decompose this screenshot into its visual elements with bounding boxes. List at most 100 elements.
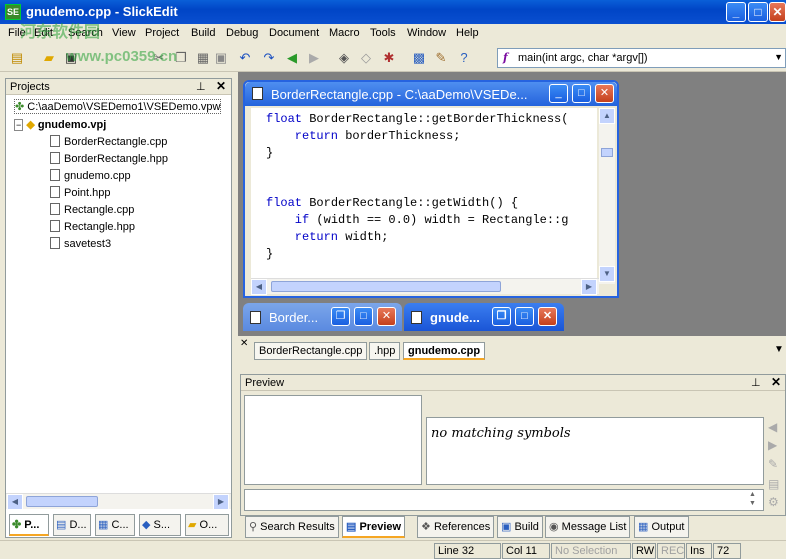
redo-icon[interactable]: ↷ <box>260 49 278 67</box>
function-combo[interactable]: f main(int argc, char *argv[]) ▼ <box>497 48 786 68</box>
workspace-label: C:\aaDemo\VSEDemo1\VSEDemo.vpw <box>27 101 221 113</box>
file-item[interactable]: savetest3 <box>50 237 111 250</box>
editor-window: BorderRectangle.cpp - C:\aaDemo\VSEDe...… <box>243 80 619 298</box>
file-item[interactable]: BorderRectangle.hpp <box>50 152 168 165</box>
new-file-icon[interactable]: ▤ <box>8 49 26 67</box>
build-icon[interactable]: ▩ <box>410 49 428 67</box>
tab-message-list[interactable]: ◉ Message List <box>545 516 631 538</box>
tab-build[interactable]: ▣ Build <box>497 516 543 538</box>
menu-macro[interactable]: Macro <box>329 27 360 39</box>
preview-scroll-input[interactable]: ▲ ▼ <box>244 489 764 511</box>
settings-icon[interactable]: ⚙ <box>768 495 779 509</box>
tools-icon[interactable]: ✎ <box>432 49 450 67</box>
preview-panel: Preview ⊥ ✕ no matching symbols ◀ ▶ ✎ ▤ … <box>240 374 786 516</box>
push-tag-icon[interactable]: ✱ <box>380 49 398 67</box>
menu-document[interactable]: Document <box>269 27 319 39</box>
minimized-window-borderrectangle[interactable]: Border... ❐ □ ✕ <box>243 303 402 331</box>
scroll-thumb[interactable] <box>601 148 613 157</box>
scroll-up-icon[interactable]: ▲ <box>749 491 756 498</box>
editor-close-button[interactable]: ✕ <box>595 84 614 103</box>
editor-vscroll[interactable]: ▲ ▼ <box>599 108 615 284</box>
status-selection: No Selection <box>551 543 631 559</box>
scroll-thumb[interactable] <box>26 496 98 507</box>
maximize-button[interactable]: □ <box>354 307 373 326</box>
tab-open[interactable]: ▰ O... <box>185 514 229 536</box>
file-tab-active[interactable]: gnudemo.cpp <box>403 342 486 360</box>
project-node[interactable]: − ◆ gnudemo.vpj <box>14 118 106 131</box>
file-item[interactable]: Rectangle.hpp <box>50 220 135 233</box>
scroll-up-icon[interactable]: ▲ <box>599 108 615 124</box>
projects-hscroll[interactable]: ◀ ▶ <box>6 493 231 510</box>
open-folder-icon[interactable]: ▰ <box>40 49 58 67</box>
back-icon[interactable]: ◀ <box>283 49 301 67</box>
file-icon <box>50 169 60 181</box>
close-icon[interactable]: ✕ <box>216 79 226 93</box>
editor-caption[interactable]: BorderRectangle.cpp - C:\aaDemo\VSEDe...… <box>245 82 617 106</box>
pin-icon[interactable]: ⊥ <box>751 376 761 389</box>
scroll-left-icon[interactable]: ◀ <box>7 494 23 510</box>
toggle-bookmark-icon[interactable]: ◈ <box>335 49 353 67</box>
edit-icon[interactable]: ✎ <box>768 457 778 471</box>
editor-hscroll[interactable]: ◀ ▶ <box>251 278 599 295</box>
find-icon[interactable]: ▣ <box>212 49 230 67</box>
bookmark-icon[interactable]: ◇ <box>357 49 375 67</box>
maximize-button[interactable]: □ <box>515 307 534 326</box>
scroll-thumb[interactable] <box>271 281 501 292</box>
maximize-button[interactable]: □ <box>748 2 768 22</box>
tab-projects[interactable]: ✤ P... <box>9 514 49 536</box>
bookmark-icon[interactable]: ▤ <box>768 477 779 491</box>
editor-minimize-button[interactable]: _ <box>549 84 568 103</box>
tab-references[interactable]: ❖ References <box>417 516 495 538</box>
code-editor[interactable]: float BorderRectangle::getBorderThicknes… <box>251 108 597 284</box>
scroll-right-icon[interactable]: ▶ <box>213 494 229 510</box>
close-button[interactable]: ✕ <box>769 2 786 22</box>
paste-icon[interactable]: ▦ <box>194 49 212 67</box>
scroll-down-icon[interactable]: ▼ <box>749 500 756 507</box>
preview-content[interactable]: no matching symbols <box>426 417 764 485</box>
file-item[interactable]: Point.hpp <box>50 186 110 199</box>
chevron-down-icon[interactable]: ▼ <box>774 52 783 62</box>
tab-search-results[interactable]: ⚲ Search Results <box>245 516 339 538</box>
tab-preview[interactable]: ▤ Preview <box>342 516 406 538</box>
back-icon[interactable]: ◀ <box>768 420 777 434</box>
document-icon <box>252 87 263 100</box>
scroll-down-icon[interactable]: ▼ <box>599 266 615 282</box>
file-tab[interactable]: BorderRectangle.cpp <box>254 342 368 360</box>
file-item[interactable]: gnudemo.cpp <box>50 169 131 182</box>
close-button[interactable]: ✕ <box>538 307 557 326</box>
menu-tools[interactable]: Tools <box>370 27 396 39</box>
workspace-node[interactable]: ✤ C:\aaDemo\VSEDemo1\VSEDemo.vpw <box>14 99 222 114</box>
restore-button[interactable]: ❐ <box>492 307 511 326</box>
scroll-left-icon[interactable]: ◀ <box>251 279 267 295</box>
chevron-down-icon[interactable]: ▼ <box>774 344 784 355</box>
collapse-icon[interactable]: − <box>14 119 24 131</box>
message-icon: ◉ <box>549 521 559 533</box>
menu-help[interactable]: Help <box>456 27 479 39</box>
menu-project[interactable]: Project <box>145 27 179 39</box>
tab-defs[interactable]: ▤ D... <box>53 514 91 536</box>
menu-build[interactable]: Build <box>191 27 215 39</box>
undo-icon[interactable]: ↶ <box>236 49 254 67</box>
minimize-button[interactable]: _ <box>726 2 746 22</box>
close-icon[interactable]: ✕ <box>771 375 781 389</box>
menu-debug[interactable]: Debug <box>226 27 258 39</box>
close-button[interactable]: ✕ <box>377 307 396 326</box>
file-tab[interactable]: .hpp <box>369 342 401 360</box>
forward-icon[interactable]: ▶ <box>305 49 323 67</box>
tab-output[interactable]: ▦ Output <box>634 516 689 538</box>
tab-symbols[interactable]: ◆ S... <box>139 514 181 536</box>
file-item[interactable]: BorderRectangle.cpp <box>50 135 167 148</box>
preview-symbol-list[interactable] <box>244 395 422 485</box>
pin-icon[interactable]: ⊥ <box>196 80 206 93</box>
minimized-window-gnudemo[interactable]: gnude... ❐ □ ✕ <box>404 303 564 331</box>
menu-view[interactable]: View <box>112 27 136 39</box>
file-item[interactable]: Rectangle.cpp <box>50 203 134 216</box>
forward-icon[interactable]: ▶ <box>768 438 777 452</box>
restore-button[interactable]: ❐ <box>331 307 350 326</box>
close-tab-icon[interactable]: ✕ <box>240 338 248 349</box>
help-icon[interactable]: ? <box>455 49 473 67</box>
scroll-right-icon[interactable]: ▶ <box>581 279 597 295</box>
menu-window[interactable]: Window <box>407 27 446 39</box>
editor-maximize-button[interactable]: □ <box>572 84 591 103</box>
tab-classes[interactable]: ▦ C... <box>95 514 135 536</box>
